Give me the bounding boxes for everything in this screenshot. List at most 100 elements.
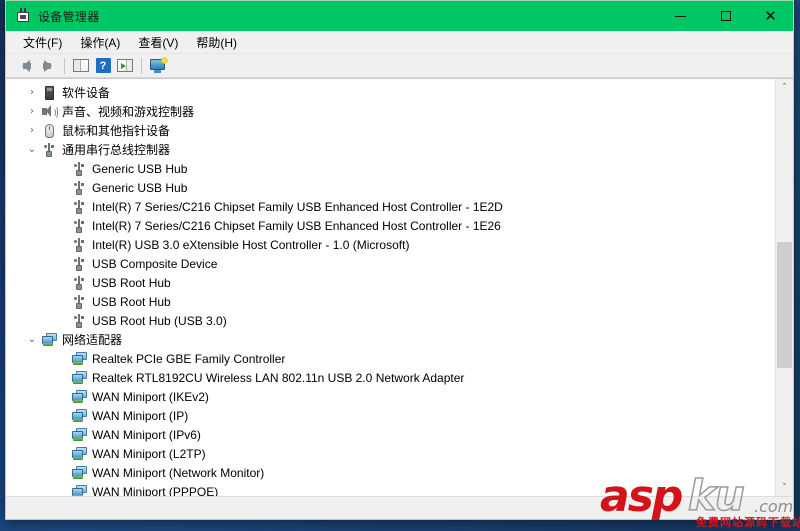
tree-row[interactable]: WAN Miniport (Network Monitor): [6, 463, 775, 482]
tree-row[interactable]: Intel(R) 7 Series/C216 Chipset Family US…: [6, 197, 775, 216]
tree-row-label: 通用串行总线控制器: [62, 143, 171, 157]
window-title: 设备管理器: [38, 9, 100, 24]
usb-icon: [74, 275, 84, 290]
tree-row[interactable]: Intel(R) USB 3.0 eXtensible Host Control…: [6, 235, 775, 254]
usb-icon: [44, 142, 54, 157]
usb-icon: [74, 294, 84, 309]
tree-row[interactable]: › 软件设备: [6, 83, 775, 102]
scroll-down-button[interactable]: ˅: [776, 479, 793, 496]
tree-row[interactable]: › 鼠标和其他指针设备: [6, 121, 775, 140]
tree-row-label: Generic USB Hub: [92, 161, 188, 176]
speaker-icon: [42, 105, 58, 119]
tree-row-icon: [70, 428, 88, 441]
scan-hardware-monitor-icon: [149, 56, 168, 73]
menu-item-view[interactable]: 查看(V): [129, 31, 187, 54]
tree-row[interactable]: WAN Miniport (PPPOE): [6, 482, 775, 496]
chevron-right-icon[interactable]: ›: [24, 125, 40, 136]
device-manager-window: 设备管理器 ✕ 文件(F) 操作(A) 查看(V) 帮助(H) ? › 软件设备…: [5, 0, 794, 520]
scrollbar-track[interactable]: [776, 96, 793, 479]
usb-icon: [74, 199, 84, 214]
device-tree[interactable]: › 软件设备 › 声音、视频和游戏控制器 › 鼠标和其他指针设备 ⌄ 通用串行总线控制器 Gen…: [6, 79, 775, 496]
tree-row-icon: [70, 161, 88, 176]
usb-icon: [74, 256, 84, 271]
back-button[interactable]: [15, 55, 37, 76]
toolbar-separator: [141, 57, 142, 74]
network-adapter-icon: [71, 466, 87, 479]
tree-row[interactable]: USB Root Hub: [6, 292, 775, 311]
usb-icon: [74, 313, 84, 328]
help-button[interactable]: ?: [92, 55, 114, 76]
tree-row[interactable]: › 声音、视频和游戏控制器: [6, 102, 775, 121]
chevron-right-icon[interactable]: ›: [24, 87, 40, 98]
properties-button[interactable]: [70, 55, 92, 76]
toolbar-separator: [64, 57, 65, 74]
network-adapter-icon: [71, 428, 87, 441]
network-adapter-icon: [71, 352, 87, 365]
network-adapter-icon: [71, 485, 87, 496]
maximize-button[interactable]: [703, 1, 748, 31]
tree-row[interactable]: ⌄ 网络适配器: [6, 330, 775, 349]
tree-row-label: WAN Miniport (L2TP): [92, 446, 206, 461]
scroll-up-button[interactable]: ˄: [776, 79, 793, 96]
scan-hardware-button[interactable]: [147, 55, 169, 76]
tree-row[interactable]: Intel(R) 7 Series/C216 Chipset Family US…: [6, 216, 775, 235]
status-bar: [6, 496, 793, 519]
minimize-button[interactable]: [658, 1, 703, 31]
update-driver-icon: [117, 59, 133, 72]
chevron-down-icon[interactable]: ⌄: [24, 144, 40, 155]
tree-row-label: WAN Miniport (Network Monitor): [92, 465, 265, 480]
mouse-icon: [44, 123, 54, 138]
tree-row-icon: [70, 485, 88, 496]
tree-row-icon: [70, 218, 88, 233]
tree-row-label: Generic USB Hub: [92, 180, 188, 195]
tree-row-icon: [40, 123, 58, 138]
forward-button[interactable]: [37, 55, 59, 76]
menu-item-help[interactable]: 帮助(H): [187, 31, 246, 54]
tree-row[interactable]: WAN Miniport (IP): [6, 406, 775, 425]
scrollbar-thumb[interactable]: [777, 241, 792, 368]
usb-icon: [74, 237, 84, 252]
tree-row[interactable]: WAN Miniport (IPv6): [6, 425, 775, 444]
tree-row[interactable]: WAN Miniport (IKEv2): [6, 387, 775, 406]
tree-row[interactable]: Realtek RTL8192CU Wireless LAN 802.11n U…: [6, 368, 775, 387]
tree-row[interactable]: ⌄ 通用串行总线控制器: [6, 140, 775, 159]
maximize-icon: [720, 11, 731, 21]
window-controls: ✕: [658, 1, 793, 31]
device-manager-icon: [15, 8, 31, 24]
tree-row-label: WAN Miniport (IKEv2): [92, 389, 209, 404]
chevron-right-icon[interactable]: ›: [24, 106, 40, 117]
tree-row[interactable]: Generic USB Hub: [6, 159, 775, 178]
close-button[interactable]: ✕: [748, 1, 793, 31]
tree-row-icon: [70, 313, 88, 328]
tree-row-icon: [40, 85, 58, 100]
tree-row-label: Realtek PCIe GBE Family Controller: [92, 351, 286, 366]
network-adapter-icon: [71, 371, 87, 384]
tree-row-icon: [70, 466, 88, 479]
vertical-scrollbar[interactable]: ˄ ˅: [775, 79, 793, 496]
menu-item-file[interactable]: 文件(F): [14, 31, 71, 54]
software-device-icon: [44, 85, 54, 100]
tree-row-label: Intel(R) 7 Series/C216 Chipset Family US…: [92, 199, 503, 214]
tree-row[interactable]: Realtek PCIe GBE Family Controller: [6, 349, 775, 368]
tree-row[interactable]: USB Composite Device: [6, 254, 775, 273]
menu-item-action[interactable]: 操作(A): [71, 31, 129, 54]
toolbar: ?: [6, 54, 793, 78]
chevron-down-icon[interactable]: ⌄: [24, 334, 40, 345]
tree-row-icon: [70, 180, 88, 195]
properties-panel-icon: [73, 59, 89, 72]
tree-row-icon: [70, 447, 88, 460]
tree-row-label: Intel(R) 7 Series/C216 Chipset Family US…: [92, 218, 501, 233]
tree-row-icon: [70, 199, 88, 214]
tree-row[interactable]: USB Root Hub (USB 3.0): [6, 311, 775, 330]
tree-row-label: Realtek RTL8192CU Wireless LAN 802.11n U…: [92, 370, 465, 385]
tree-row-icon: [70, 275, 88, 290]
tree-row[interactable]: WAN Miniport (L2TP): [6, 444, 775, 463]
usb-icon: [74, 180, 84, 195]
tree-row-icon: [70, 237, 88, 252]
tree-row[interactable]: Generic USB Hub: [6, 178, 775, 197]
tree-row-label: WAN Miniport (IPv6): [92, 427, 201, 442]
tree-row-label: WAN Miniport (PPPOE): [92, 484, 219, 497]
update-driver-button[interactable]: [114, 55, 136, 76]
tree-row-icon: [70, 390, 88, 403]
tree-row[interactable]: USB Root Hub: [6, 273, 775, 292]
